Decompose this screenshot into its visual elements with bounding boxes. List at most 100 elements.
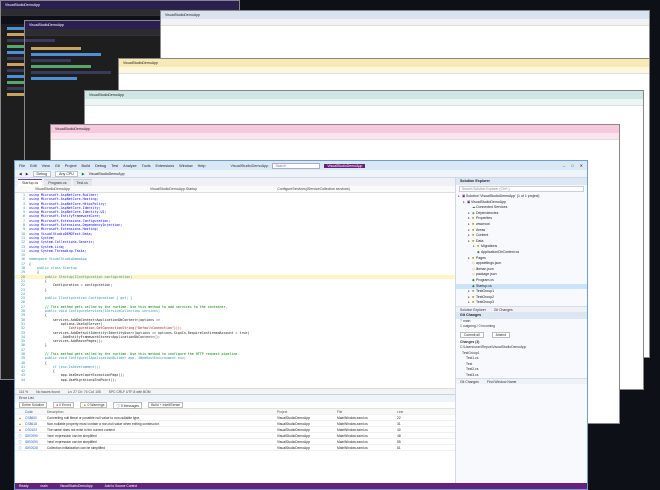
info-icon: ⓘ (18, 434, 22, 438)
title-bar: VisualStudioDemoApp (1, 1, 239, 9)
maximize-icon[interactable]: □ (571, 163, 573, 168)
platform-select[interactable]: Any CPU (55, 170, 78, 177)
column-header[interactable]: Line (397, 410, 417, 414)
error-row[interactable]: ⓘ IDE0028 Collection initialization can be… (15, 445, 455, 451)
error-line: 48 (397, 433, 401, 438)
error-file: MainWindow.xaml.cs (337, 421, 368, 426)
error-line: 40 (397, 427, 401, 432)
code-text: public void Configure(IApplicationBuilde… (29, 356, 186, 361)
info-icon: ⓘ (18, 446, 22, 450)
menu-item-build[interactable]: Build (82, 164, 90, 168)
menu-item-edit[interactable]: Edit (30, 164, 37, 168)
tree-node-label: Data (476, 238, 484, 243)
build-filter-select[interactable]: Build + IntelliSense (148, 402, 184, 408)
error-proj: VisualStudioDemoApp (277, 445, 310, 450)
error-code: CS8600 (25, 415, 37, 420)
solution-badge[interactable]: VisualStudioDemoApp (324, 163, 366, 168)
tree-node-label: wwwroot (476, 221, 490, 226)
toolbar (85, 99, 643, 106)
messages-filter[interactable]: ⓘ 0 Messages (113, 401, 143, 409)
error-icon: ● (19, 427, 21, 432)
tree-node-label: Solution 'VisualStudioDemoApp' (1 of 1 p… (466, 194, 540, 198)
scope-select[interactable]: Entire Solution (19, 402, 48, 408)
solution-tree: ▸ ▣Solution 'VisualStudioDemoApp' (1 of 1… (456, 193, 587, 306)
commit-all-button[interactable]: Commit all (460, 331, 484, 338)
window-title: VisualStudioDemoApp (5, 3, 40, 7)
tree-node-label: Content (476, 233, 489, 238)
menu-item-file[interactable]: File (19, 164, 25, 168)
tab-startup-cs[interactable]: Startup.cs (18, 179, 43, 186)
status-ready: Ready (19, 484, 29, 488)
code-editor[interactable]: 1 using Microsoft.AspNetCore.Builder; 2 usi… (15, 193, 455, 388)
tab-test-cs[interactable]: Test.cs (72, 179, 92, 186)
tree-node-label: TestGroup3 (476, 300, 495, 305)
line-number: 44 (21, 377, 25, 382)
minimize-icon[interactable]: – (563, 163, 565, 168)
menu-item-tools[interactable]: Tools (142, 164, 151, 168)
menu-item-project[interactable]: Project (65, 164, 77, 168)
forward-icon[interactable]: ▶ (26, 172, 29, 176)
panel-tab[interactable]: Find Window Name (487, 379, 517, 384)
nav-dropdown[interactable]: VisualStudioDemoApp.Startup (150, 186, 197, 192)
warning-icon: ▲ (18, 415, 22, 420)
menu-item-analyze[interactable]: Analyze (123, 164, 137, 168)
error-desc: Non-nullable property must contain a non… (47, 421, 160, 426)
error-code: IDE0090 (25, 439, 38, 444)
error-desc: Collection initialization can be simplif… (47, 445, 105, 450)
code-text: using System.Threading.Tasks; (29, 248, 87, 253)
column-header[interactable]: Description (47, 410, 277, 414)
visual-studio-window: File Edit View Git Project Build Debug Test Anal… (14, 160, 588, 490)
error-desc: Converting null literal or possible null… (47, 415, 141, 420)
menu-item-extensions[interactable]: Extensions (156, 164, 175, 168)
menu-item-view[interactable]: View (42, 164, 50, 168)
error-file: MainWindow.xaml.cs (337, 415, 368, 420)
window-title: VisualStudioDemoApp (165, 13, 200, 17)
error-line: 31 (397, 421, 401, 426)
menu-item-window[interactable]: Window (179, 164, 193, 168)
menu-item-git[interactable]: Git (55, 164, 60, 168)
add-source-control[interactable]: Add to Source Control (105, 483, 137, 489)
errors-filter[interactable]: ● 0 Errors (53, 402, 75, 408)
error-proj: VisualStudioDemoApp (277, 439, 310, 444)
menu-item-help[interactable]: Help (198, 164, 206, 168)
warnings-filter[interactable]: ▲ 0 Warnings (80, 402, 108, 408)
git-file-list: TestGroup1 Test1.cs Test Test2.cs Test3.cs Gi… (456, 351, 587, 385)
solution-search-input[interactable]: Search Solution Explorer (Ctrl+;) (459, 186, 584, 192)
title-bar: VisualStudioDemoApp (161, 11, 649, 19)
code-text: public IConfiguration Configuration { ge… (29, 296, 133, 301)
title-bar: VisualStudioDemoApp (51, 125, 619, 133)
error-line: 61 (397, 445, 401, 450)
title-bar: VisualStudioDemoApp (119, 59, 649, 67)
menu-item-debug[interactable]: Debug (95, 164, 106, 168)
run-icon[interactable]: ▶ (82, 172, 85, 176)
tree-node-label: package.json (476, 272, 497, 277)
error-proj: VisualStudioDemoApp (277, 433, 310, 438)
tree-node-label: appsettings.json (476, 261, 502, 266)
nav-dropdown[interactable]: VisualStudioDemoApp (35, 186, 70, 192)
panel-tab[interactable]: Git Changes (494, 307, 513, 312)
window-title: VisualStudioDemoApp (230, 163, 269, 168)
tree-node-label: VisualStudioDemoApp (471, 199, 506, 204)
close-icon[interactable]: ✕ (580, 163, 583, 168)
column-header[interactable]: Project (277, 410, 337, 414)
code-text: } (29, 287, 47, 292)
menu-item-test[interactable]: Test (111, 164, 118, 168)
tree-node-label: TestGroup1 (476, 289, 495, 294)
status-repo[interactable]: VisualStudioDemoApp (60, 483, 93, 489)
config-select[interactable]: Debug (32, 170, 52, 177)
error-icon: ● (56, 403, 59, 407)
tab-program-cs[interactable]: Program.cs (44, 179, 71, 186)
error-proj: VisualStudioDemoApp (277, 415, 310, 420)
error-code: IDE0028 (25, 445, 38, 450)
window-controls: – □ ✕ (563, 163, 583, 168)
status-branch[interactable]: main (41, 483, 48, 489)
search-input[interactable]: Search (272, 162, 321, 169)
nav-dropdown[interactable]: ConfigureServices(IServiceCollection ser… (277, 186, 350, 192)
panel-tab[interactable]: Git Changes (460, 379, 479, 384)
back-icon[interactable]: ◀ (19, 172, 22, 176)
column-header[interactable]: File (337, 410, 397, 414)
column-header[interactable]: Code (25, 410, 47, 414)
amend-checkbox[interactable]: Amend (491, 331, 511, 338)
run-target-button[interactable]: VisualStudioDemoApp (89, 172, 125, 176)
tree-node-label: Startup.cs (476, 283, 492, 288)
